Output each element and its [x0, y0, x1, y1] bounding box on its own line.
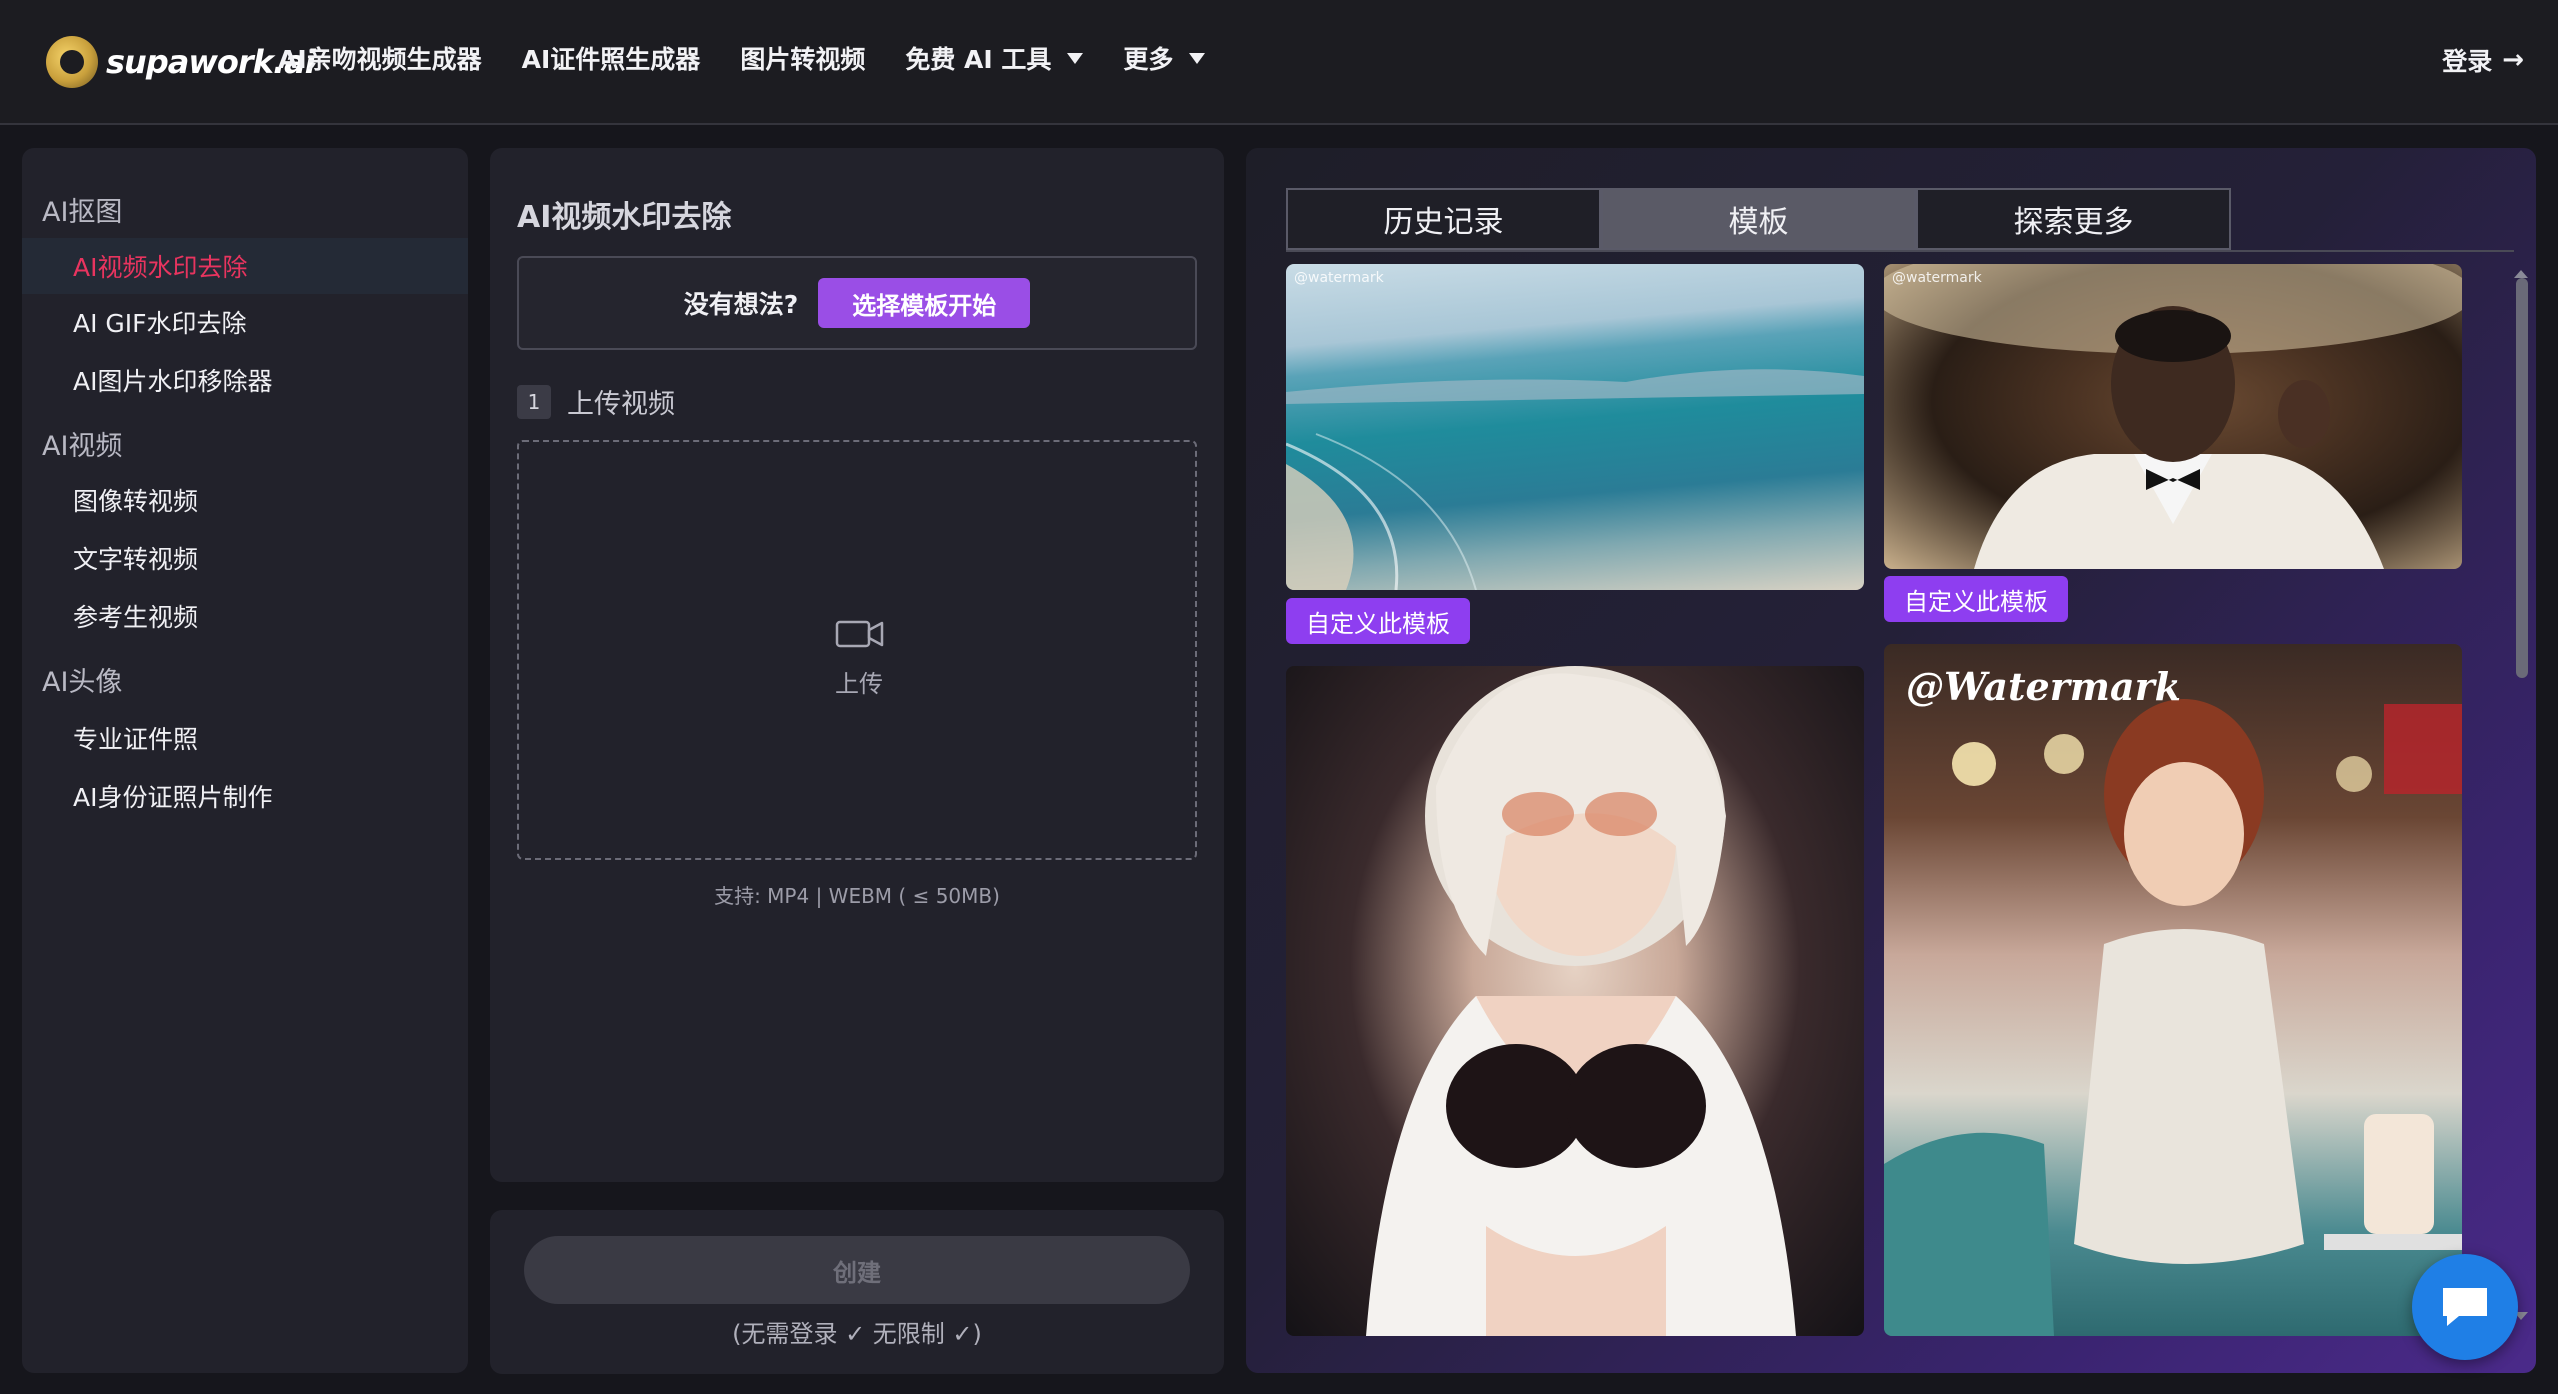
- template-card-man[interactable]: @watermark: [1884, 264, 2462, 569]
- man-thumbnail: [1884, 264, 2462, 569]
- sidebar-item-label: 文字转视频: [73, 545, 199, 574]
- upload-panel: AI视频水印去除 没有想法? 选择模板开始 1 上传视频 上传 支持: MP4 …: [490, 148, 1224, 1182]
- sidebar-group-cutout: AI抠图: [42, 197, 123, 228]
- upload-label: 上传: [835, 670, 883, 698]
- template-card-anime[interactable]: [1286, 666, 1864, 1336]
- sidebar-item-label: AI视频水印去除: [73, 253, 248, 282]
- watermark-text: @Watermark: [1906, 664, 2181, 709]
- sidebar-item-image-to-video[interactable]: 图像转视频: [22, 472, 468, 528]
- chat-bubble-icon: [2443, 1288, 2487, 1326]
- template-gallery-panel: 历史记录 模板 探索更多 @watermark 自定义此模板 @watermar…: [1246, 148, 2536, 1373]
- video-upload-dropzone[interactable]: 上传: [517, 440, 1197, 860]
- nav-label: AI亲吻视频生成器: [278, 45, 482, 74]
- sidebar-item-label: 图像转视频: [73, 487, 199, 516]
- nav-links: AI亲吻视频生成器 AI证件照生成器 图片转视频 免费 AI 工具 更多: [278, 40, 1245, 76]
- sidebar-item-label: AI GIF水印去除: [73, 309, 247, 338]
- diner-thumbnail: [1884, 699, 2462, 1336]
- sidebar-item-gif-watermark-removal[interactable]: AI GIF水印去除: [22, 294, 468, 350]
- logo[interactable]: supawork.ai: [46, 34, 316, 90]
- create-note: (无需登录 ✓ 无限制 ✓): [732, 1320, 982, 1348]
- sidebar-group-avatar: AI头像: [42, 667, 123, 698]
- gallery-scrollbar[interactable]: [2516, 278, 2528, 678]
- customize-template-button[interactable]: 自定义此模板: [1884, 576, 2068, 622]
- create-button[interactable]: 创建: [524, 1236, 1190, 1304]
- watermark-text: @watermark: [1294, 270, 1384, 286]
- video-camera-icon: [835, 620, 884, 648]
- sidebar-item-reference-video[interactable]: 参考生视频: [22, 588, 468, 644]
- template-suggestion-box: 没有想法? 选择模板开始: [517, 256, 1197, 350]
- step-label: 上传视频: [567, 389, 675, 420]
- supported-formats-text: 支持: MP4 | WEBM ( ≤ 50MB): [714, 884, 1000, 908]
- ocean-thumbnail: [1286, 369, 1864, 590]
- sidebar-item-label: 参考生视频: [73, 603, 199, 632]
- nav-label: 免费 AI 工具: [905, 45, 1052, 74]
- template-card-ocean[interactable]: @watermark: [1286, 264, 1864, 590]
- nav-free-tools[interactable]: 免费 AI 工具: [905, 40, 1084, 76]
- tab-explore-more[interactable]: 探索更多: [1916, 188, 2231, 250]
- watermark-text: @watermark: [1892, 270, 1982, 286]
- nav-id-photo[interactable]: AI证件照生成器: [522, 40, 701, 76]
- sidebar-item-label: AI图片水印移除器: [73, 367, 273, 396]
- page-title: AI视频水印去除: [517, 200, 732, 235]
- tab-templates[interactable]: 模板: [1601, 188, 1916, 250]
- gallery-tabs: 历史记录 模板 探索更多: [1286, 188, 2231, 250]
- template-card-diner[interactable]: @Watermark: [1884, 644, 2462, 1336]
- tab-history[interactable]: 历史记录: [1286, 188, 1601, 250]
- sidebar-item-label: 专业证件照: [73, 725, 199, 754]
- sidebar-item-label: AI身份证照片制作: [73, 783, 273, 812]
- nav-more[interactable]: 更多: [1123, 40, 1206, 76]
- nav-label: 图片转视频: [740, 45, 866, 74]
- create-panel: 创建 (无需登录 ✓ 无限制 ✓): [490, 1210, 1224, 1374]
- nav-label: 更多: [1123, 45, 1174, 74]
- nav-label: AI证件照生成器: [521, 45, 701, 74]
- chevron-down-icon: [1067, 52, 1084, 64]
- nav-kiss-video[interactable]: AI亲吻视频生成器: [278, 40, 482, 76]
- sidebar-item-id-card-photo[interactable]: AI身份证照片制作: [22, 768, 468, 824]
- sidebar-item-pro-id-photo[interactable]: 专业证件照: [22, 710, 468, 766]
- sidebar-item-text-to-video[interactable]: 文字转视频: [22, 530, 468, 586]
- customize-template-button[interactable]: 自定义此模板: [1286, 598, 1470, 644]
- step-number-badge: 1: [517, 384, 551, 419]
- sidebar-item-video-watermark-removal[interactable]: AI视频水印去除: [22, 238, 468, 294]
- logo-icon: [46, 36, 98, 88]
- anime-thumbnail: [1366, 666, 1796, 1336]
- scroll-up-arrow[interactable]: [2514, 270, 2528, 278]
- login-button[interactable]: 登录 →: [2442, 42, 2524, 78]
- top-navbar: supawork.ai AI亲吻视频生成器 AI证件照生成器 图片转视频 免费 …: [0, 0, 2558, 125]
- chevron-down-icon: [1189, 52, 1206, 64]
- login-label: 登录: [2442, 47, 2493, 76]
- sidebar-item-image-watermark-remover[interactable]: AI图片水印移除器: [22, 352, 468, 408]
- choose-template-button[interactable]: 选择模板开始: [818, 278, 1031, 328]
- step-upload-header: 1 上传视频: [517, 382, 675, 421]
- tabs-divider: [1286, 250, 2514, 252]
- sidebar: AI抠图 AI视频水印去除 AI GIF水印去除 AI图片水印移除器 AI视频 …: [22, 148, 468, 1373]
- no-idea-label: 没有想法?: [683, 290, 799, 319]
- nav-image-to-video[interactable]: 图片转视频: [740, 40, 865, 76]
- sidebar-group-video: AI视频: [42, 431, 123, 462]
- arrow-right-icon: →: [2502, 45, 2524, 75]
- chat-support-button[interactable]: [2412, 1254, 2518, 1360]
